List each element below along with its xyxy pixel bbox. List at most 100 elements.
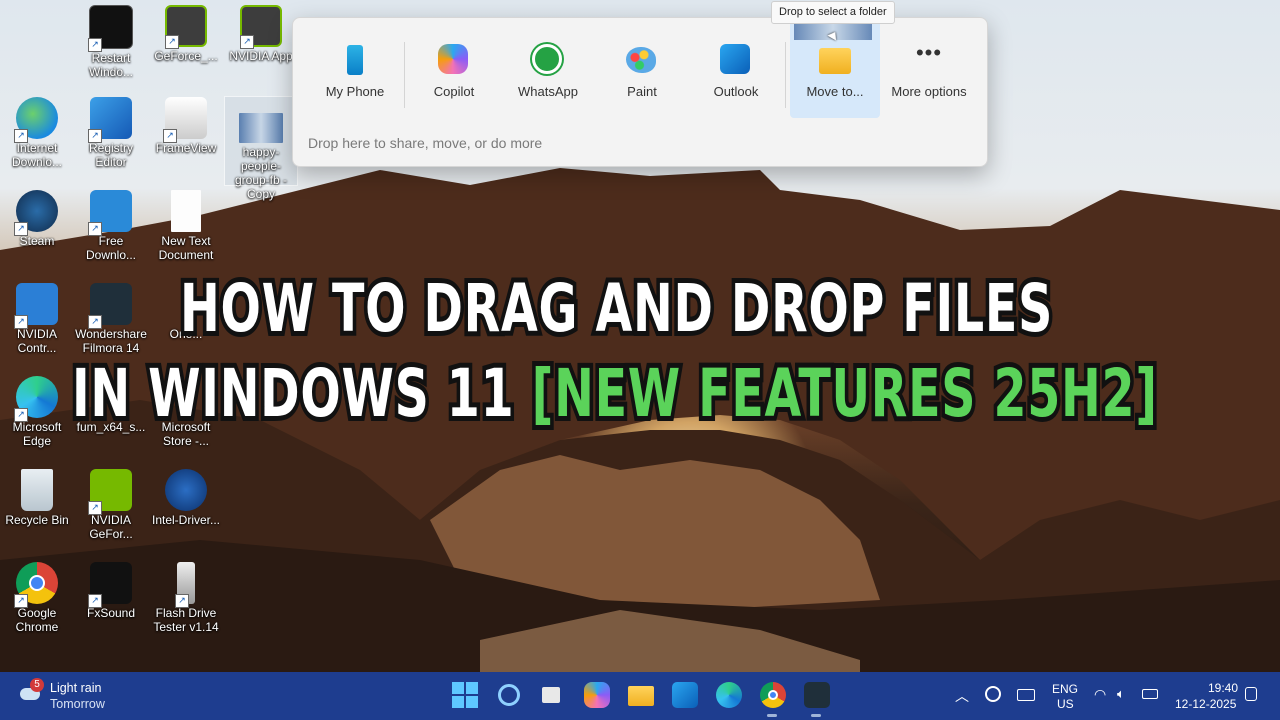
desktop-icon-label: happy-people-group-fb - Copy [234,145,288,201]
desktop-icon-nvidia-control[interactable]: ↗ NVIDIA Contr... [1,283,73,355]
weather-line-1: Light rain [50,681,102,695]
start-icon[interactable] [452,682,478,708]
desktop-icon-label: NVIDIA GeFor... [89,513,133,541]
frameview-icon: ↗ [163,97,207,143]
free-download-manager-icon: ↗ [88,190,132,236]
desktop-icon-label: Google Chrome [15,606,59,634]
copilot-taskbar-icon[interactable] [584,682,610,708]
desktop-icon-happy-people-image[interactable]: happy-people-group-fb - Copy [224,96,298,201]
tray-app-icon[interactable] [985,686,1001,702]
text-document-icon [171,190,201,232]
desktop-icon-label: Wondershare Filmora 14 [75,327,147,355]
share-target-outlook[interactable]: Outlook [691,18,781,118]
usb-drive-icon: ↗ [175,562,195,608]
chrome-icon: ↗ [14,562,58,608]
idm-icon: ↗ [14,97,58,143]
title-line-2: IN WINDOWS 11 [NEW FEATURES 25H2] [68,350,1161,437]
task-view-icon[interactable] [540,682,566,708]
phone-icon [339,44,371,76]
share-target-whatsapp[interactable]: WhatsApp [503,18,593,118]
search-icon[interactable] [496,682,522,708]
desktop-icon-label: GeForce_... [154,49,218,63]
desktop-icon-free-download-manager[interactable]: ↗ Free Downlo... [75,190,147,262]
battery-icon[interactable] [1142,689,1158,699]
weather-line-2: Tomorrow [50,697,105,711]
paint-icon [626,44,658,76]
desktop-icon-filmora[interactable]: ↗ Wondershare Filmora 14 [75,283,147,355]
share-target-label: More options [891,84,967,99]
share-drop-hint: Drop here to share, move, or do more [308,135,543,151]
taskbar: 5 Light rain Tomorrow ︿ ENG US ◠ 🔈︎ 19:4… [0,672,1280,720]
wifi-icon[interactable]: ◠ [1094,686,1106,703]
title-text: IN WINDOWS 11 [68,350,517,437]
folder-icon [819,44,851,76]
title-line-1: HOW TO DRAG AND DROP FILES [176,265,1055,352]
file-explorer-icon[interactable] [628,682,654,708]
edge-icon: ↗ [14,376,58,422]
weather-widget[interactable]: 5 [18,678,44,708]
desktop-icon-intel-driver[interactable]: Intel-Driver... [150,469,222,527]
desktop-icon-recycle-bin[interactable]: Recycle Bin [1,469,73,527]
desktop-icon-restart[interactable]: ↗ Restart Windo... [75,5,147,79]
notification-bell-icon[interactable] [1245,687,1257,701]
filmora-taskbar-icon[interactable] [804,682,830,708]
language-line-2[interactable]: US [1057,697,1074,711]
desktop-icon-frameview[interactable]: ↗ FrameView [150,97,222,155]
registry-editor-icon: ↗ [88,97,132,143]
clock-time[interactable]: 19:40 [1208,681,1238,695]
share-target-paint[interactable]: Paint [597,18,687,118]
title-text: HOW TO DRAG AND DROP FILES [176,265,1055,352]
desktop-icon-nvidia-app[interactable]: ↗ NVIDIA App [225,5,297,63]
desktop-icon-label: Recycle Bin [5,513,69,527]
desktop-icon-new-text-document[interactable]: New Text Document [150,190,222,262]
chevron-up-icon[interactable]: ︿ [955,686,969,706]
steam-icon: ↗ [14,190,58,236]
share-divider [785,42,786,108]
intel-driver-icon [165,469,207,511]
nvidia-control-icon: ↗ [14,283,58,329]
desktop-icon-internet-download-manager[interactable]: ↗ Internet Downlo... [1,97,73,169]
desktop-icon-flash-drive-tester[interactable]: ↗ Flash Drive Tester v1.14 [150,562,222,634]
share-target-move-to[interactable]: Move to... [790,18,880,118]
desktop-icon-label: Free Downlo... [85,234,137,262]
keyboard-icon[interactable] [1017,689,1035,701]
more-icon: ••• [915,40,943,65]
desktop-icon-nvidia-geforce[interactable]: ↗ NVIDIA GeFor... [75,469,147,541]
restart-icon: ↗ [88,5,133,52]
speaker-icon[interactable]: 🔈︎ [1117,686,1125,702]
share-target-copilot[interactable]: Copilot [409,18,499,118]
desktop-icon-geforce[interactable]: ↗ GeForce_... [150,5,222,63]
language-line-1[interactable]: ENG [1052,682,1078,696]
outlook-icon [720,44,752,76]
desktop-icon-label: Intel-Driver... [151,513,220,527]
title-accent-text: [NEW FEATURES 25H2] [528,350,1161,437]
desktop-icon-chrome[interactable]: ↗ Google Chrome [1,562,73,634]
desktop-icon-label: Restart Windo... [88,51,133,79]
edge-taskbar-icon[interactable] [716,682,742,708]
desktop-icon-steam[interactable]: ↗ Steam [1,190,73,248]
desktop-icon-edge[interactable]: ↗ Microsoft Edge [1,376,73,448]
desktop: ↗ Internet Downlo... ↗ Steam ↗ NVIDIA Co… [0,0,1280,672]
desktop-icon-label: Microsoft Edge [12,420,62,448]
outlook-taskbar-icon[interactable] [672,682,698,708]
desktop-icon-fxsound[interactable]: ↗ FxSound [75,562,147,620]
share-divider [404,42,405,108]
image-file-icon [239,113,283,143]
drop-tooltip: Drop to select a folder [771,1,895,24]
share-target-label: My Phone [325,84,385,99]
fxsound-icon: ↗ [88,562,132,608]
share-target-more-options[interactable]: ••• More options [884,18,974,118]
running-indicator [811,714,821,717]
share-target-label: Outlook [713,84,759,99]
share-target-label: Paint [627,84,657,99]
chrome-taskbar-icon[interactable] [760,682,786,708]
desktop-icon-label: Internet Downlo... [11,141,63,169]
running-indicator [767,714,777,717]
share-target-my-phone[interactable]: My Phone [310,18,400,118]
desktop-icon-label: FrameView [155,141,217,155]
drag-share-flyout: My Phone Copilot WhatsApp Paint Outlook … [292,17,988,167]
nvidia-geforce-icon: ↗ [88,469,132,515]
desktop-icon-label: FxSound [86,606,136,620]
desktop-icon-registry-editor[interactable]: ↗ Registry Editor [75,97,147,169]
clock-date[interactable]: 12-12-2025 [1175,697,1236,711]
